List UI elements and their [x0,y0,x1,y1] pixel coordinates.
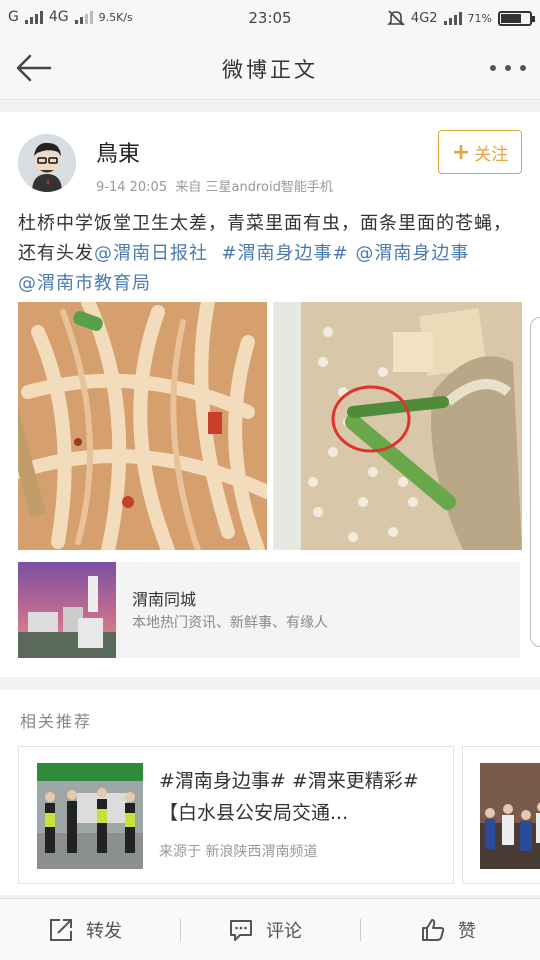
post-meta: 9-14 20:05 来自 三星android智能手机 [96,176,333,195]
link-card-title: 渭南同城 [132,590,197,609]
post-text: 杜桥中学饭堂卫生太差，青菜里面有虫，面条里面的苍蝇，还有头发@渭南日报社 #渭南… [18,209,523,299]
mention-link[interactable]: @渭南日报社 [94,243,208,264]
avatar[interactable] [18,134,76,192]
comment-button[interactable]: 评论 [228,899,302,960]
related-recommendations: 相关推荐 #渭南身边事# #渭来更精彩# 【白水县公安局交通... 来源于 新浪… [0,690,540,895]
repost-button[interactable]: 转发 [48,899,122,960]
signal-icon-3 [443,11,462,25]
post-card: 鳥東 9-14 20:05 来自 三星android智能手机 + 关注 杜桥中学… [0,112,540,677]
post-image-noodles[interactable] [18,302,267,550]
like-button[interactable]: 赞 [420,899,476,960]
follow-button[interactable]: + 关注 [438,130,522,174]
like-label: 赞 [458,921,476,942]
bottom-action-bar: 转发 评论 赞 [0,898,540,960]
post-image-rice[interactable] [273,302,522,550]
post-time: 9-14 20:05 [96,180,168,195]
recommendation-card-partial[interactable] [462,746,540,884]
more-icon [490,65,496,71]
repost-label: 转发 [86,921,122,942]
follow-label: 关注 [474,144,509,165]
recommendation-source: 来源于 新浪陕西渭南频道 [159,844,318,860]
more-button[interactable] [490,58,526,78]
link-card-subtitle: 本地热门资讯、新鲜事、有缘人 [132,615,328,631]
side-handle[interactable] [530,317,540,647]
status-bar: G 4G 9.5K/s 23:05 4G2 71% [0,0,540,36]
city-thumbnail [18,562,116,658]
recommendation-card[interactable]: #渭南身边事# #渭来更精彩# 【白水县公安局交通... 来源于 新浪陕西渭南频… [18,746,454,884]
follow-plus-icon: + [451,139,471,165]
comment-label: 评论 [266,921,302,942]
divider [180,919,181,941]
recommendations-header: 相关推荐 [20,712,93,731]
repost-icon [50,919,72,941]
recommendation-thumbnail [37,763,143,869]
like-icon [422,919,445,941]
post-source: 来自 三星android智能手机 [175,180,333,195]
mute-icon [386,10,405,26]
recommendation-title: #渭南身边事# #渭来更精彩# 【白水县公安局交通... [159,770,419,824]
divider [360,919,361,941]
author-name[interactable]: 鳥東 [96,136,140,168]
recommendation-thumbnail [480,763,540,869]
nav-bar: 微博正文 [0,36,540,100]
mention-link[interactable]: @渭南市教育局 [18,273,151,294]
topic-link[interactable]: #渭南身边事# [221,243,348,264]
battery-percent: 71% [467,11,492,25]
mention-link[interactable]: @渭南身边事 [355,243,469,264]
super-topic-card[interactable]: 渭南同城 本地热门资讯、新鲜事、有缘人 [18,562,520,658]
network-type: 4G2 [410,10,438,26]
page-title: 微博正文 [222,58,318,82]
battery-icon [498,10,535,26]
comment-icon [230,920,252,941]
